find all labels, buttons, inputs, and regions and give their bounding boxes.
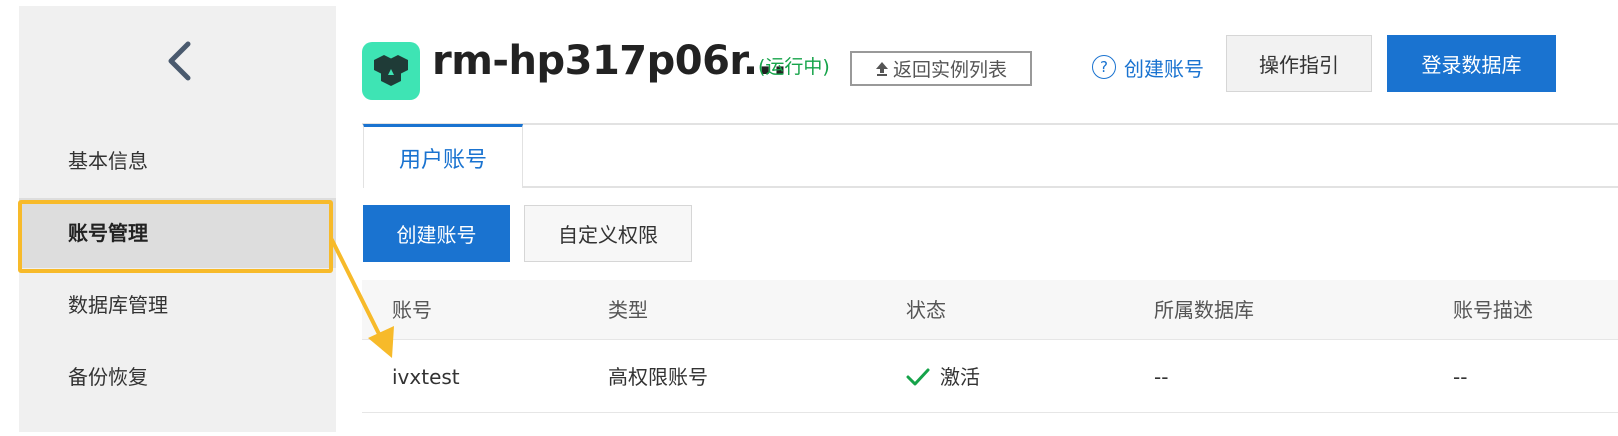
chevron-left-icon: [168, 41, 191, 81]
sidebar-item-basic-info[interactable]: 基本信息: [19, 126, 336, 196]
column-header-type: 类型: [608, 298, 648, 322]
table-header: 账号 类型 状态 所属数据库 账号描述: [362, 280, 1618, 340]
help-link-label: 创建账号: [1124, 56, 1204, 81]
column-header-database: 所属数据库: [1154, 298, 1254, 322]
return-instance-list-button[interactable]: 返回实例列表: [850, 51, 1032, 86]
sidebar-item-database-management[interactable]: 数据库管理: [19, 270, 336, 340]
back-button[interactable]: [159, 36, 199, 86]
cell-type: 高权限账号: [608, 365, 708, 389]
instance-logo-icon: [362, 42, 420, 100]
column-header-description: 账号描述: [1453, 298, 1533, 322]
cell-description: --: [1453, 365, 1468, 389]
return-label: 返回实例列表: [892, 59, 1007, 81]
question-circle-icon: ?: [1092, 55, 1116, 79]
column-header-account: 账号: [392, 298, 432, 322]
cell-status: 激活: [906, 341, 980, 413]
cell-database: --: [1154, 365, 1169, 389]
column-header-status: 状态: [906, 298, 946, 322]
checkmark-icon: [906, 368, 930, 386]
status-label: 激活: [940, 365, 980, 389]
tabbar-bottom-divider: [522, 186, 1618, 188]
cell-account[interactable]: ivxtest: [392, 341, 460, 413]
operation-guide-button[interactable]: 操作指引: [1226, 35, 1372, 92]
tabbar-divider: [362, 123, 1618, 125]
upload-arrow-icon: [875, 61, 888, 76]
sidebar-item-backup-restore[interactable]: 备份恢复: [19, 342, 336, 412]
table-row: ivxtest 高权限账号 激活 -- --: [362, 341, 1618, 413]
help-create-account-link[interactable]: ? 创建账号: [1092, 50, 1204, 84]
login-database-button[interactable]: 登录数据库: [1387, 35, 1556, 92]
create-account-button[interactable]: 创建账号: [363, 205, 510, 262]
instance-status: (运行中): [758, 56, 830, 78]
sidebar: 基本信息 账号管理 数据库管理 备份恢复: [19, 6, 336, 432]
tab-user-accounts[interactable]: 用户账号: [363, 124, 523, 188]
custom-permission-button[interactable]: 自定义权限: [524, 205, 692, 262]
instance-name: rm-hp317p06r...: [432, 38, 788, 84]
sidebar-item-account-management[interactable]: 账号管理: [19, 198, 336, 268]
